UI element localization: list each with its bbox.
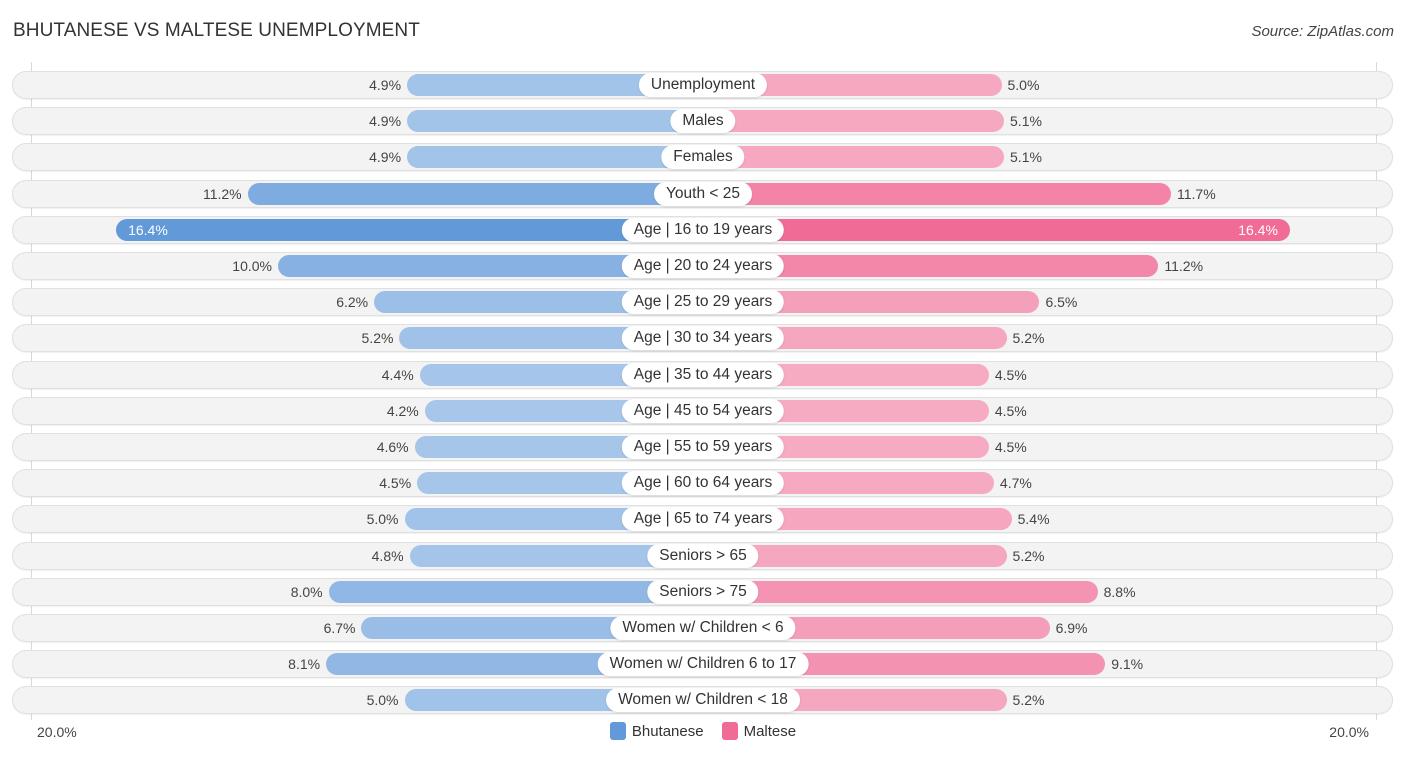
value-label-maltese: 5.2%: [1012, 692, 1045, 709]
bar-maltese-age-16-to-19-years[interactable]: [703, 218, 1290, 241]
category-label: Seniors > 65: [647, 543, 759, 568]
value-label-maltese: 16.4%: [1238, 221, 1278, 238]
bar-maltese-males[interactable]: [703, 110, 1005, 133]
value-label-bhutanese: 5.0%: [366, 692, 399, 709]
value-label-bhutanese: 4.5%: [379, 475, 412, 492]
value-label-bhutanese: 6.2%: [336, 294, 369, 311]
value-label-maltese: 6.9%: [1055, 620, 1088, 636]
category-label: Women w/ Children < 18: [606, 688, 800, 713]
value-label-maltese: 5.1%: [1010, 113, 1042, 130]
value-label-bhutanese: 8.1%: [288, 656, 321, 673]
category-label: Age | 60 to 64 years: [621, 471, 785, 496]
category-label: Age | 16 to 19 years: [621, 217, 785, 242]
legend-item-bhutanese[interactable]: Bhutanese: [609, 722, 704, 740]
value-label-bhutanese: 4.9%: [369, 113, 402, 130]
category-label: Age | 25 to 29 years: [621, 290, 785, 315]
category-label: Age | 20 to 24 years: [621, 254, 785, 278]
bar-maltese-females[interactable]: [703, 146, 1005, 169]
value-label-maltese: 4.5%: [994, 366, 1027, 383]
value-label-maltese: 5.4%: [1017, 511, 1050, 528]
value-label-maltese: 8.8%: [1103, 583, 1136, 600]
legend-item-maltese[interactable]: Maltese: [721, 722, 797, 740]
bar-bhutanese-males[interactable]: [407, 110, 703, 133]
category-label: Age | 30 to 34 years: [621, 326, 785, 351]
value-label-maltese: 4.7%: [999, 475, 1032, 492]
value-label-maltese: 5.2%: [1012, 547, 1045, 564]
category-label: Males: [670, 109, 736, 134]
bar-bhutanese-age-16-to-19-years[interactable]: [116, 218, 703, 241]
value-label-bhutanese: 6.7%: [323, 620, 356, 636]
legend: Bhutanese Maltese: [0, 722, 1406, 740]
value-label-bhutanese: 10.0%: [232, 258, 272, 274]
value-label-maltese: 5.0%: [1007, 77, 1040, 93]
category-label: Youth < 25: [654, 181, 752, 206]
bar-bhutanese-youth-25[interactable]: [247, 182, 703, 205]
value-label-bhutanese: 4.4%: [381, 366, 414, 383]
source-label: Source: ZipAtlas.com: [1251, 23, 1394, 40]
category-label: Seniors > 75: [647, 579, 759, 604]
category-label: Age | 55 to 59 years: [621, 435, 785, 459]
value-label-bhutanese: 4.2%: [386, 402, 419, 419]
bar-bhutanese-females[interactable]: [407, 146, 703, 169]
value-label-bhutanese: 11.2%: [202, 185, 242, 202]
value-label-maltese: 5.1%: [1010, 149, 1042, 166]
value-label-maltese: 6.5%: [1045, 294, 1078, 311]
value-label-maltese: 4.5%: [994, 402, 1027, 419]
value-label-bhutanese: 5.2%: [361, 330, 394, 347]
legend-label-maltese: Maltese: [743, 722, 797, 740]
category-label: Women w/ Children < 6: [610, 616, 796, 640]
bar-maltese-seniors-75[interactable]: [703, 580, 1098, 603]
category-label: Age | 45 to 54 years: [621, 398, 785, 423]
bar-maltese-youth-25[interactable]: [703, 182, 1171, 205]
value-label-bhutanese: 4.6%: [376, 439, 409, 455]
value-label-bhutanese: 8.0%: [290, 583, 323, 600]
value-label-bhutanese: 4.9%: [369, 149, 402, 166]
category-label: Age | 35 to 44 years: [621, 362, 785, 387]
category-label: Females: [661, 145, 745, 170]
value-label-maltese: 9.1%: [1111, 656, 1144, 673]
value-label-maltese: 5.2%: [1012, 330, 1045, 347]
chart-title: BHUTANESE VS MALTESE UNEMPLOYMENT: [13, 20, 420, 41]
category-label: Unemployment: [638, 73, 768, 97]
value-label-bhutanese: 4.9%: [369, 77, 402, 93]
legend-swatch-bhutanese: [609, 722, 626, 740]
value-label-bhutanese: 5.0%: [366, 511, 399, 528]
value-label-maltese: 11.2%: [1164, 258, 1204, 274]
legend-label-bhutanese: Bhutanese: [631, 722, 704, 740]
category-label: Age | 65 to 74 years: [621, 507, 785, 532]
value-label-bhutanese: 16.4%: [128, 221, 168, 238]
legend-swatch-maltese: [721, 722, 738, 740]
value-label-bhutanese: 4.8%: [371, 547, 404, 564]
value-label-maltese: 11.7%: [1177, 185, 1216, 202]
category-label: Women w/ Children 6 to 17: [597, 652, 809, 677]
value-label-maltese: 4.5%: [994, 439, 1027, 455]
